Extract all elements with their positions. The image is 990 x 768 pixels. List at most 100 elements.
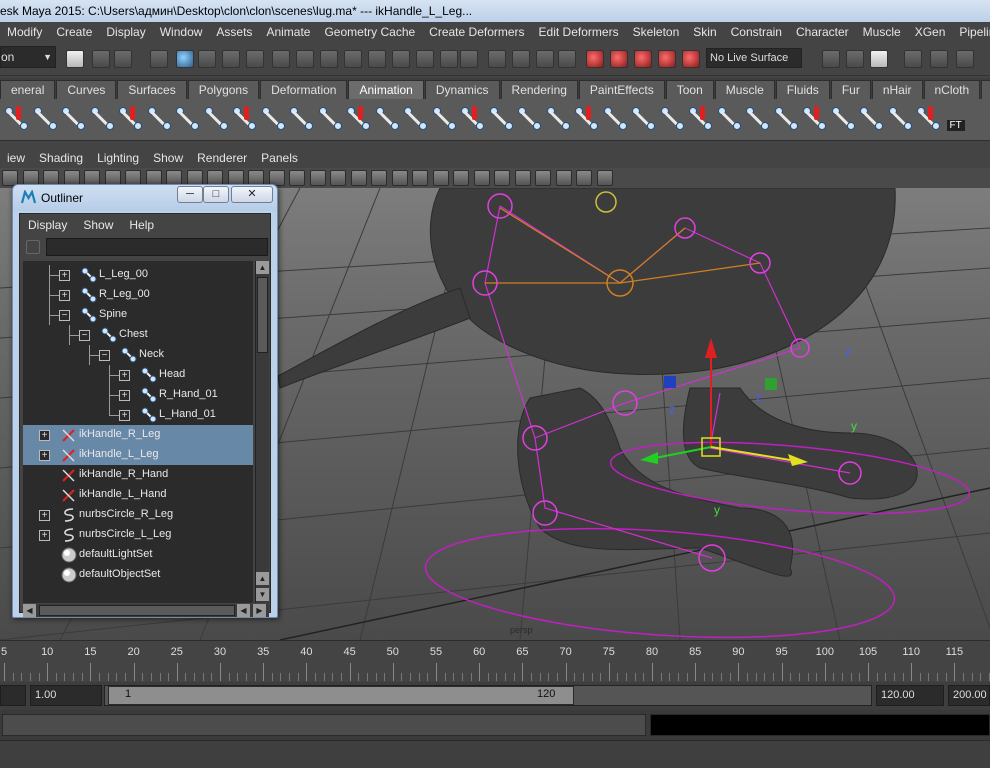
menu-item-display[interactable]: Display bbox=[99, 22, 152, 42]
character-icon[interactable] bbox=[145, 104, 175, 134]
expand-icon[interactable]: + bbox=[119, 410, 130, 421]
face-icon[interactable] bbox=[544, 104, 574, 134]
panel-menu-iew[interactable]: iew bbox=[0, 151, 32, 165]
select-dynamics-icon[interactable] bbox=[344, 50, 362, 68]
joint-icon[interactable] bbox=[259, 104, 289, 134]
menu-item-skeleton[interactable]: Skeleton bbox=[626, 22, 687, 42]
expand-icon[interactable]: + bbox=[59, 290, 70, 301]
select-component-icon[interactable] bbox=[198, 50, 216, 68]
panel-tool-icon[interactable] bbox=[371, 170, 387, 186]
command-input[interactable] bbox=[2, 714, 646, 736]
select-joint-icon[interactable] bbox=[246, 50, 264, 68]
panel-tool-icon[interactable] bbox=[309, 170, 326, 186]
snap-to-view-plane-icon[interactable] bbox=[658, 50, 676, 68]
panel-menu-show[interactable]: Show bbox=[146, 151, 190, 165]
panel-menu-lighting[interactable]: Lighting bbox=[90, 151, 146, 165]
lock-selection-icon[interactable] bbox=[416, 50, 434, 68]
paint-weights-icon[interactable] bbox=[629, 104, 659, 134]
outliner-row[interactable]: + nurbsCircle_L_Leg bbox=[23, 525, 253, 545]
expand-icon[interactable]: + bbox=[39, 530, 50, 541]
shelf-tab-polygons[interactable]: Polygons bbox=[187, 80, 260, 99]
locator-icon[interactable] bbox=[857, 104, 887, 134]
scroll-up-icon[interactable]: ▲ bbox=[256, 261, 269, 274]
construction-history-icon[interactable] bbox=[822, 50, 840, 68]
expand-icon[interactable]: + bbox=[119, 370, 130, 381]
outliner-row[interactable]: − Chest bbox=[23, 325, 253, 345]
ik-handle-icon[interactable] bbox=[2, 104, 32, 134]
ipr-render-icon[interactable] bbox=[930, 50, 948, 68]
playback-end-field[interactable]: 120.00 bbox=[876, 685, 944, 706]
vertex-mode-icon[interactable] bbox=[512, 50, 530, 68]
menu-item-create[interactable]: Create bbox=[49, 22, 99, 42]
scroll-thumb[interactable] bbox=[257, 277, 268, 353]
render-current-frame-icon[interactable] bbox=[904, 50, 922, 68]
select-curve-icon[interactable] bbox=[272, 50, 290, 68]
skeleton-icon[interactable] bbox=[515, 104, 545, 134]
shelf-tab-deformation[interactable]: Deformation bbox=[260, 80, 348, 99]
locator-icon[interactable] bbox=[829, 104, 859, 134]
outliner-row[interactable]: defaultLightSet bbox=[23, 545, 253, 565]
shelf-tab-toon[interactable]: Toon bbox=[665, 80, 714, 99]
outliner-row[interactable]: + R_Hand_01 bbox=[23, 385, 253, 405]
joint-icon[interactable] bbox=[316, 104, 346, 134]
panel-menu-shading[interactable]: Shading bbox=[32, 151, 90, 165]
expand-icon[interactable]: + bbox=[39, 430, 50, 441]
menu-item-window[interactable]: Window bbox=[153, 22, 210, 42]
paint-weights-icon[interactable] bbox=[715, 104, 745, 134]
highlight-selection-icon[interactable] bbox=[440, 50, 458, 68]
shelf-tab-curves[interactable]: Curves bbox=[56, 80, 117, 99]
menu-item-create-deformers[interactable]: Create Deformers bbox=[422, 22, 531, 42]
expand-icon[interactable]: + bbox=[59, 270, 70, 281]
make-live-icon[interactable] bbox=[682, 50, 700, 68]
menu-item-modify[interactable]: Modify bbox=[0, 22, 49, 42]
panel-tool-icon[interactable] bbox=[494, 170, 510, 186]
close-button[interactable]: ✕ bbox=[231, 186, 273, 203]
live-surface-field[interactable]: No Live Surface bbox=[706, 48, 802, 68]
menu-item-muscle[interactable]: Muscle bbox=[856, 22, 908, 42]
panel-tool-icon[interactable] bbox=[514, 170, 531, 186]
locator-icon[interactable] bbox=[914, 104, 944, 134]
panel-tool-icon[interactable] bbox=[350, 170, 367, 186]
paint-weights-icon[interactable] bbox=[743, 104, 773, 134]
time-slider[interactable]: 5 10 15 20 25 30 35 40 45 50 55 60 65 70 75 80 85 90 95 100… bbox=[0, 640, 990, 682]
expand-icon[interactable]: + bbox=[39, 510, 50, 521]
new-scene-icon[interactable] bbox=[66, 50, 84, 68]
collapse-icon[interactable]: − bbox=[59, 310, 70, 321]
panel-tool-icon[interactable] bbox=[453, 170, 469, 186]
menu-item-geometry-cache[interactable]: Geometry Cache bbox=[317, 22, 422, 42]
face-icon[interactable] bbox=[572, 104, 602, 134]
outliner-menu-show[interactable]: Show bbox=[75, 218, 121, 232]
shelf-tab-custom[interactable]: Custom bbox=[981, 80, 990, 99]
face-mode-icon[interactable] bbox=[558, 50, 576, 68]
panel-tool-icon[interactable] bbox=[289, 170, 305, 186]
outliner-row[interactable]: + Head bbox=[23, 365, 253, 385]
menu-item-character[interactable]: Character bbox=[789, 22, 856, 42]
component-mode-icon[interactable] bbox=[488, 50, 506, 68]
hscroll-thumb[interactable] bbox=[39, 605, 235, 616]
bind-skin-icon[interactable] bbox=[401, 104, 431, 134]
panel-menu-renderer[interactable]: Renderer bbox=[190, 151, 254, 165]
range-slider-thumb[interactable]: 1 120 bbox=[108, 686, 574, 705]
shelf-tab-dynamics[interactable]: Dynamics bbox=[424, 80, 500, 99]
scroll-right-icon[interactable]: ▶ bbox=[253, 604, 266, 617]
outliner-row[interactable]: + R_Leg_00 bbox=[23, 285, 253, 305]
shelf-tab-surfaces[interactable]: Surfaces bbox=[117, 80, 187, 99]
outliner-vertical-scrollbar[interactable]: ▲ ▲ ▼ bbox=[255, 261, 269, 603]
ik-curve-icon[interactable] bbox=[59, 104, 89, 134]
paint-weights-icon[interactable] bbox=[658, 104, 688, 134]
character-set-icon[interactable] bbox=[116, 104, 146, 134]
paint-weights-icon[interactable] bbox=[686, 104, 716, 134]
menu-item-animate[interactable]: Animate bbox=[259, 22, 317, 42]
expand-icon[interactable]: + bbox=[119, 390, 130, 401]
locator-icon[interactable] bbox=[800, 104, 830, 134]
outliner-row[interactable]: + L_Hand_01 bbox=[23, 405, 253, 425]
panel-tool-icon[interactable] bbox=[535, 170, 551, 186]
filter-icon[interactable] bbox=[26, 240, 40, 254]
select-misc-icon[interactable] bbox=[392, 50, 410, 68]
ik-handle-icon[interactable] bbox=[487, 104, 517, 134]
render-settings-icon[interactable] bbox=[956, 50, 974, 68]
outliner-row[interactable]: ikHandle_L_Hand bbox=[23, 485, 253, 505]
minimize-button[interactable]: ─ bbox=[177, 186, 203, 203]
menu-item-assets[interactable]: Assets bbox=[209, 22, 259, 42]
collapse-icon[interactable]: − bbox=[79, 330, 90, 341]
